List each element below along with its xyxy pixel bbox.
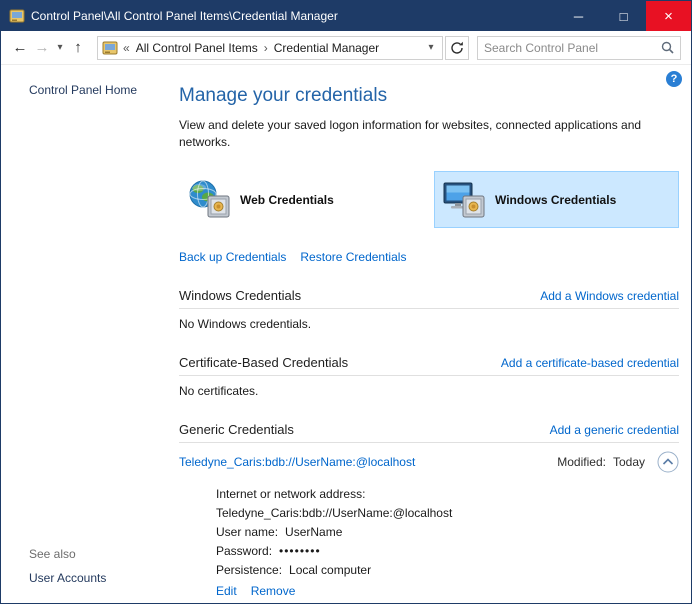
credential-type-tiles: Web Credentials Windows Credenti: [179, 171, 679, 228]
modified-value: Today: [613, 455, 645, 469]
restore-credentials-link[interactable]: Restore Credentials: [300, 250, 406, 264]
address-bar[interactable]: « All Control Panel Items › Credential M…: [97, 36, 443, 60]
web-credentials-tile[interactable]: Web Credentials: [179, 171, 424, 228]
section-windows-credentials: Windows Credentials Add a Windows creden…: [179, 288, 679, 331]
section-title: Certificate-Based Credentials: [179, 355, 348, 370]
control-panel-icon: [9, 8, 25, 24]
location-icon: [102, 40, 118, 56]
section-title: Generic Credentials: [179, 422, 294, 437]
remove-credential-link[interactable]: Remove: [251, 584, 296, 598]
detail-password: Password: ••••••••: [216, 542, 679, 561]
credential-modified: Modified: Today: [557, 455, 645, 469]
credential-actions: Edit Remove: [216, 584, 679, 598]
section-divider: [179, 308, 679, 309]
backup-credentials-link[interactable]: Back up Credentials: [179, 250, 286, 264]
address-label: Internet or network address:: [216, 487, 365, 501]
content-area: ? Control Panel Home See also User Accou…: [1, 65, 691, 603]
breadcrumb-separator-icon: ›: [264, 41, 268, 55]
address-value: Teledyne_Caris:bdb://UserName:@localhost: [216, 506, 452, 520]
page-title: Manage your credentials: [179, 85, 679, 107]
address-dropdown-icon[interactable]: ▾: [422, 42, 440, 53]
detail-username: User name: UserName: [216, 523, 679, 542]
web-credentials-icon: [188, 180, 230, 220]
back-button[interactable]: ←: [9, 36, 31, 60]
credential-name-link[interactable]: Teledyne_Caris:bdb://UserName:@localhost: [179, 455, 415, 469]
forward-button[interactable]: →: [31, 36, 53, 60]
username-label: User name:: [216, 525, 278, 539]
credential-details: Internet or network address: Teledyne_Ca…: [216, 485, 679, 580]
refresh-button[interactable]: [445, 36, 469, 60]
page-subtitle: View and delete your saved logon informa…: [179, 117, 665, 151]
sidebar: Control Panel Home See also User Account…: [1, 65, 171, 603]
detail-address: Internet or network address:: [216, 485, 679, 504]
username-value: UserName: [285, 525, 342, 539]
search-box: [477, 36, 681, 60]
persistence-label: Persistence:: [216, 563, 282, 577]
breadcrumb-overflow-icon[interactable]: «: [123, 41, 130, 55]
close-button[interactable]: ×: [646, 1, 691, 31]
window-title: Control Panel\All Control Panel Items\Cr…: [31, 9, 338, 23]
detail-persistence: Persistence: Local computer: [216, 561, 679, 580]
password-label: Password:: [216, 544, 272, 558]
edit-credential-link[interactable]: Edit: [216, 584, 237, 598]
windows-credentials-tile[interactable]: Windows Credentials: [434, 171, 679, 228]
modified-label: Modified:: [557, 455, 606, 469]
windows-credentials-label: Windows Credentials: [495, 193, 616, 207]
breadcrumb-item-credential-manager[interactable]: Credential Manager: [274, 41, 379, 55]
see-also-heading: See also: [29, 547, 76, 561]
collapse-chevron-icon[interactable]: [657, 451, 679, 473]
credential-row: Teledyne_Caris:bdb://UserName:@localhost…: [179, 451, 679, 473]
section-empty-text: No Windows credentials.: [179, 317, 679, 331]
search-input[interactable]: [484, 41, 661, 55]
section-empty-text: No certificates.: [179, 384, 679, 398]
history-dropdown-icon[interactable]: ▾: [53, 36, 67, 60]
add-certificate-credential-link[interactable]: Add a certificate-based credential: [501, 356, 679, 370]
section-divider: [179, 442, 679, 443]
detail-address-value: Teledyne_Caris:bdb://UserName:@localhost: [216, 504, 679, 523]
window-controls: ─ □ ×: [556, 1, 691, 31]
sidebar-item-control-panel-home[interactable]: Control Panel Home: [29, 83, 137, 97]
persistence-value: Local computer: [289, 563, 371, 577]
up-button[interactable]: ↑: [67, 36, 89, 60]
main-panel: Manage your credentials View and delete …: [179, 65, 679, 598]
titlebar: Control Panel\All Control Panel Items\Cr…: [1, 1, 691, 31]
maximize-button[interactable]: □: [601, 1, 646, 31]
add-windows-credential-link[interactable]: Add a Windows credential: [540, 289, 679, 303]
minimize-button[interactable]: ─: [556, 1, 601, 31]
section-certificate-credentials: Certificate-Based Credentials Add a cert…: [179, 355, 679, 398]
search-icon[interactable]: [661, 41, 674, 54]
section-divider: [179, 375, 679, 376]
refresh-icon: [450, 41, 464, 55]
windows-credentials-icon: [443, 180, 485, 220]
section-title: Windows Credentials: [179, 288, 301, 303]
password-value: ••••••••: [279, 544, 321, 558]
sidebar-item-user-accounts[interactable]: User Accounts: [29, 571, 106, 585]
add-generic-credential-link[interactable]: Add a generic credential: [550, 423, 679, 437]
credential-manager-window: Control Panel\All Control Panel Items\Cr…: [0, 0, 692, 604]
breadcrumb-item-all-items[interactable]: All Control Panel Items: [136, 41, 258, 55]
section-generic-credentials: Generic Credentials Add a generic creden…: [179, 422, 679, 598]
navigation-toolbar: ← → ▾ ↑ « All Control Panel Items › Cred…: [1, 31, 691, 65]
web-credentials-label: Web Credentials: [240, 193, 334, 207]
backup-restore-row: Back up Credentials Restore Credentials: [179, 250, 679, 264]
